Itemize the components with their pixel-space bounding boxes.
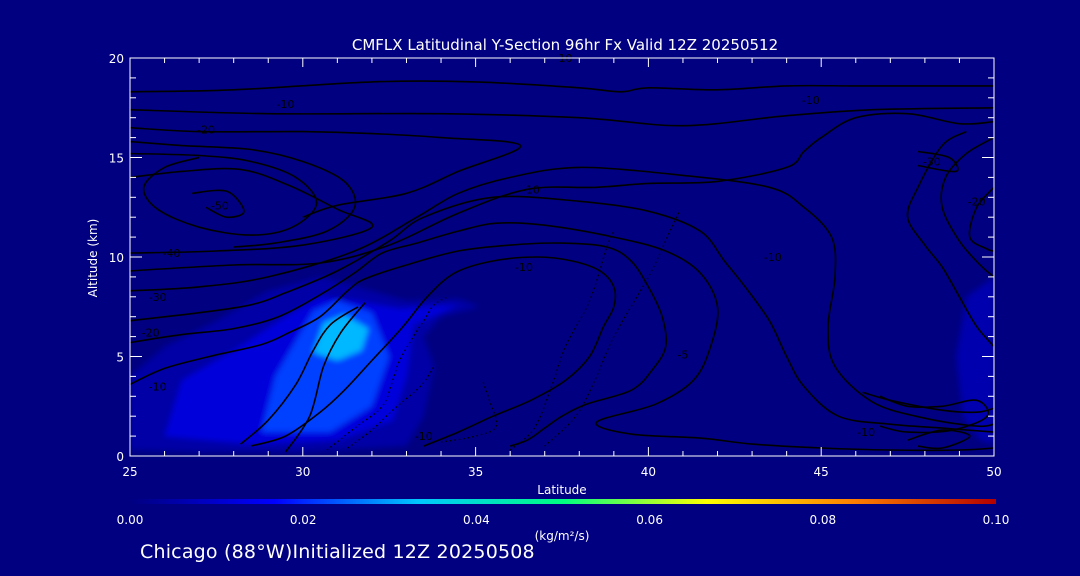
contour-label-9: -10 (515, 261, 533, 274)
contour-label-7: -10 (149, 380, 167, 393)
contour-line-26 (544, 210, 681, 447)
y-axis-label: Altitude (km) (86, 219, 100, 298)
x-tick-label-30: 30 (295, 465, 310, 479)
colorbar (130, 499, 996, 504)
y-tick-labels: 0 5 10 15 20 (109, 52, 124, 464)
contour-label-14: -10 (764, 251, 782, 264)
x-tick-label-45: 45 (814, 465, 829, 479)
x-tick-labels: 25 30 35 40 45 50 (122, 465, 1001, 479)
colorbar-tick-label-5: 0.10 (983, 513, 1010, 527)
x-tick-label-25: 25 (122, 465, 137, 479)
colorbar-tick-label-0: 0.00 (117, 513, 144, 527)
contour-label-1: -10 (277, 98, 295, 111)
contour-label-15: -5 (678, 349, 689, 362)
y-tick-label-5: 5 (116, 351, 124, 365)
y-tick-label-10: 10 (109, 251, 124, 265)
contour-label-3: -50 (211, 199, 229, 212)
contour-label-5: -30 (149, 291, 167, 304)
colorbar-tick-label-3: 0.06 (636, 513, 663, 527)
contour-line-7 (130, 112, 994, 272)
contour-label-2: -20 (197, 124, 215, 137)
contour-line-3 (130, 140, 357, 248)
chart-canvas: CMFLX Latitudinal Y-Section 96hr Fx Vali… (86, 36, 1010, 543)
contour-line-24 (440, 380, 498, 443)
colorbar-tick-label-1: 0.02 (290, 513, 317, 527)
x-tick-label-40: 40 (641, 465, 656, 479)
contour-line-1 (130, 107, 994, 127)
colorbar-tick-label-2: 0.04 (463, 513, 490, 527)
contour-label-10: -10 (415, 430, 433, 443)
contour-line-4 (130, 152, 318, 236)
y-tick-label-0: 0 (116, 450, 124, 464)
contour-label-12: -30 (923, 156, 941, 169)
x-tick-label-50: 50 (986, 465, 1001, 479)
contour-label-13: -20 (968, 195, 986, 208)
colorbar-unit: (kg/m²/s) (535, 529, 590, 543)
x-axis-label: Latitude (537, 483, 586, 497)
footer-location-init: Chicago (88°W)Initialized 12Z 20250508 (140, 541, 535, 563)
contour-label-4: -40 (163, 247, 181, 260)
colorbar-tick-labels: 0.00 0.02 0.04 0.06 0.08 0.10 (117, 513, 1010, 527)
y-tick-label-15: 15 (109, 152, 124, 166)
contour-label-6: -20 (142, 327, 160, 340)
x-tick-label-35: 35 (468, 465, 483, 479)
contour-line-6 (130, 167, 374, 254)
contour-label-8: -10 (522, 183, 540, 196)
contour-line-0 (130, 80, 994, 93)
contour-label-16: -10 (857, 426, 875, 439)
y-tick-label-20: 20 (109, 52, 124, 66)
colorbar-tick-label-4: 0.08 (809, 513, 836, 527)
contour-label-11: -10 (802, 94, 820, 107)
